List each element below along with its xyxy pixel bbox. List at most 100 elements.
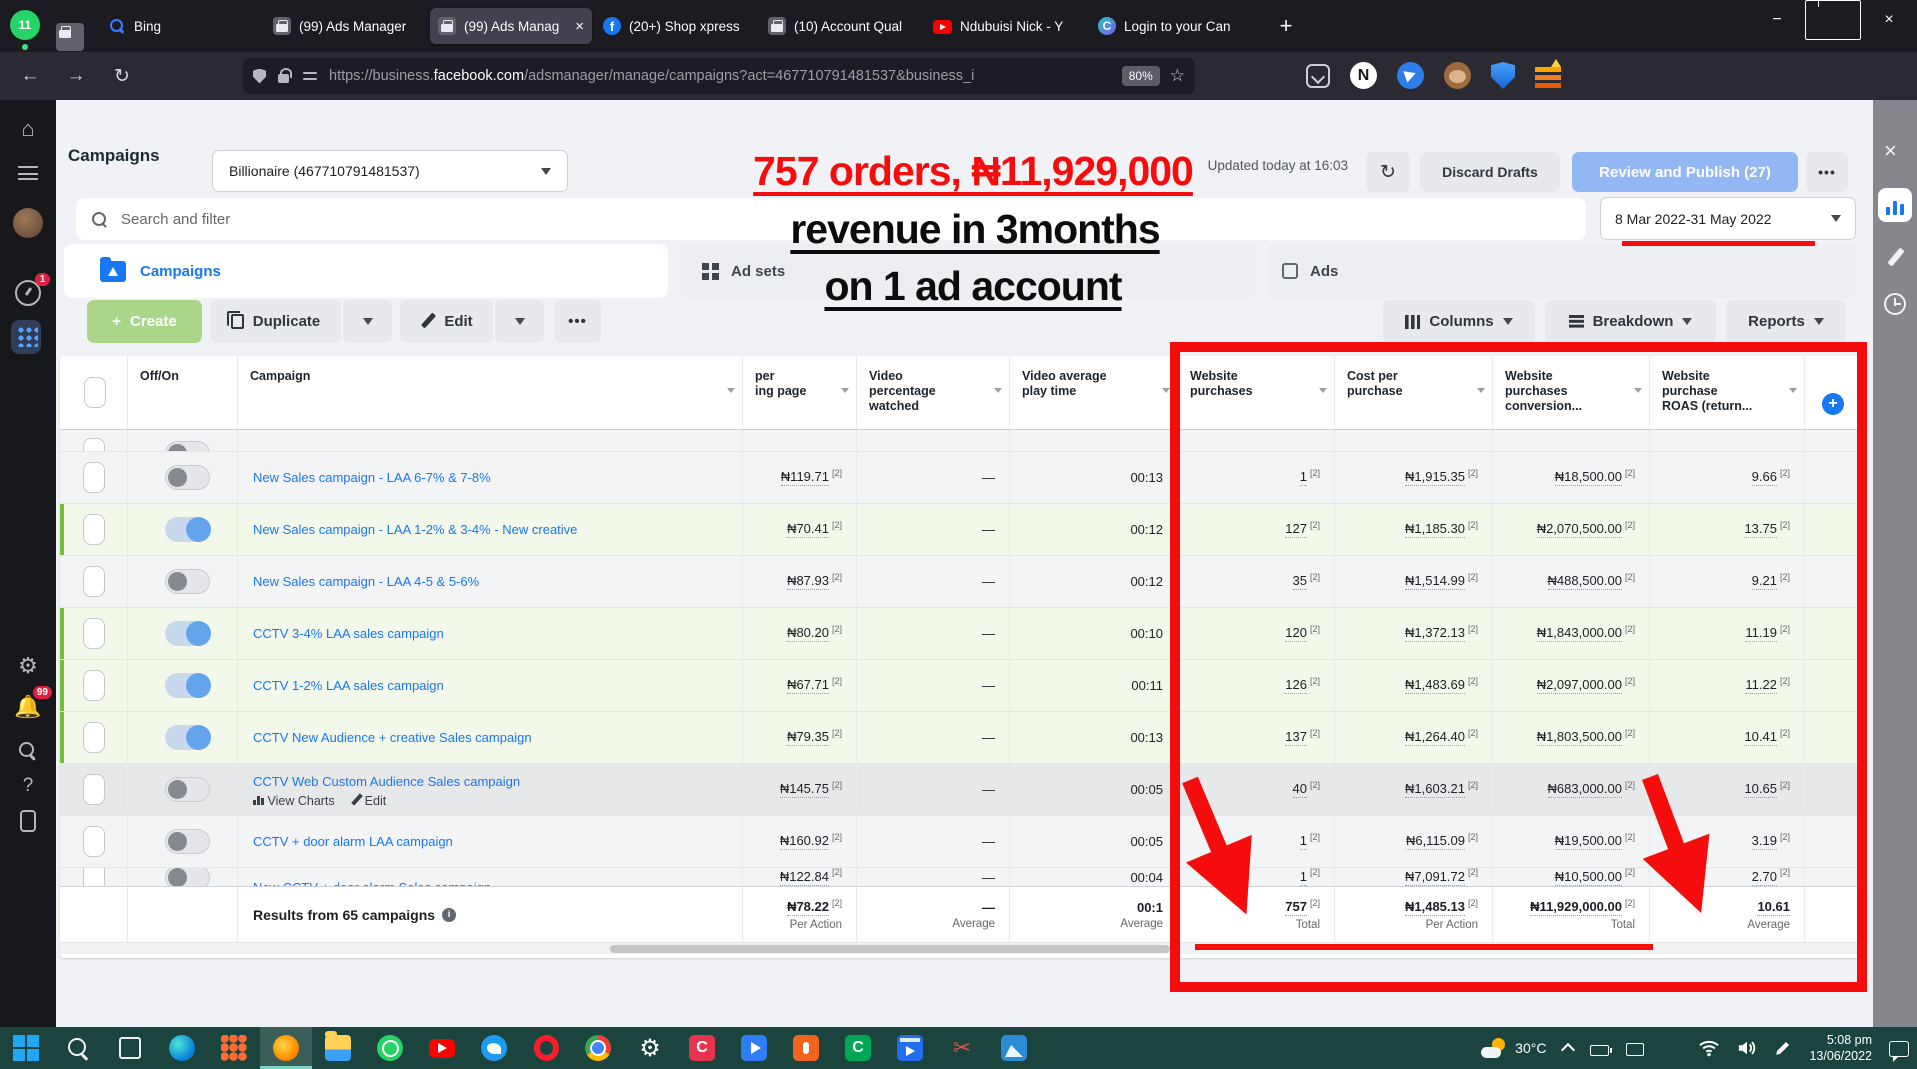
value-time[interactable]: 00:10: [1130, 626, 1163, 641]
notifications-bell-icon[interactable]: 🔔99: [13, 692, 43, 722]
value-conv[interactable]: ₦19,500.00: [1555, 833, 1622, 850]
campaign-toggle[interactable]: [165, 465, 210, 490]
row-checkbox[interactable]: [83, 722, 105, 753]
value-purchases[interactable]: 1: [1300, 469, 1307, 486]
column-header-select[interactable]: [60, 356, 128, 429]
total-cost[interactable]: ₦1,485.13: [1405, 899, 1465, 916]
navigation-extension-icon[interactable]: [1397, 62, 1424, 89]
value-roas[interactable]: 10.65: [1744, 781, 1777, 798]
campaign-link[interactable]: CCTV Web Custom Audience Sales campaign: [238, 764, 520, 789]
value-roas[interactable]: 9.21: [1752, 573, 1777, 590]
taskbar-clock[interactable]: 5:08 pm 13/06/2022: [1809, 1032, 1872, 1064]
row-checkbox[interactable]: [83, 826, 105, 857]
taskbar-firefox-icon[interactable]: [260, 1027, 312, 1069]
permissions-icon[interactable]: [303, 70, 317, 82]
home-icon[interactable]: ⌂: [13, 114, 43, 144]
column-header-roas[interactable]: WebsitepurchaseROAS (return...: [1650, 356, 1805, 429]
ads-manager-nav-icon[interactable]: [13, 322, 43, 352]
taskbar-file-explorer-icon[interactable]: [312, 1027, 364, 1069]
value-time[interactable]: 00:12: [1130, 522, 1163, 537]
value-time[interactable]: 00:05: [1130, 834, 1163, 849]
value-landing[interactable]: ₦80.20: [787, 625, 829, 642]
select-all-checkbox[interactable]: [84, 377, 106, 408]
close-button[interactable]: ×: [1861, 0, 1917, 40]
column-header-time[interactable]: Video averageplay time: [1010, 356, 1178, 429]
taskbar-office-grid-icon[interactable]: [208, 1027, 260, 1069]
campaign-toggle[interactable]: [165, 673, 210, 698]
row-checkbox[interactable]: [83, 566, 105, 597]
value-purchases[interactable]: 120: [1285, 625, 1307, 642]
refresh-button[interactable]: ↻: [1366, 152, 1410, 192]
lock-icon[interactable]: [278, 74, 289, 83]
value-conv[interactable]: ₦683,000.00: [1548, 781, 1622, 798]
value-landing[interactable]: ₦87.93: [787, 573, 829, 590]
value-time[interactable]: 00:04: [1130, 870, 1163, 885]
edit-dropdown[interactable]: [495, 300, 544, 343]
taskbar-snipping-tool-icon[interactable]: ✂: [936, 1027, 988, 1069]
adguard-shield-icon[interactable]: [1491, 62, 1515, 89]
value-roas[interactable]: 3.19: [1752, 833, 1777, 850]
value-purchases[interactable]: 35: [1293, 573, 1307, 590]
help-icon[interactable]: ?: [13, 771, 43, 801]
info-icon[interactable]: i: [442, 908, 456, 922]
value-time[interactable]: 00:11: [1131, 678, 1163, 693]
campaign-link[interactable]: New Sales campaign - LAA 1-2% & 3-4% - N…: [238, 522, 577, 537]
value-purchases[interactable]: 137: [1285, 729, 1307, 746]
taskbar-edge-icon[interactable]: [156, 1027, 208, 1069]
value-roas[interactable]: 9.66: [1752, 469, 1777, 486]
tab-campaigns[interactable]: Campaigns: [64, 244, 668, 298]
taskbar-search-icon[interactable]: [52, 1027, 104, 1069]
campaign-link[interactable]: CCTV New Audience + creative Sales campa…: [238, 730, 532, 745]
total-time[interactable]: 00:1: [1137, 900, 1163, 915]
device-icon[interactable]: [13, 806, 43, 836]
taskbar-photos-icon[interactable]: [988, 1027, 1040, 1069]
scrollbar-thumb[interactable]: [610, 945, 1170, 953]
campaign-toggle[interactable]: [165, 569, 210, 594]
ad-account-selector[interactable]: Billionaire (467710791481537): [212, 150, 568, 192]
browser-tab-7[interactable]: Login to your Can: [1090, 8, 1252, 44]
total-landing[interactable]: ₦78.22: [787, 899, 829, 916]
value-cost[interactable]: ₦1,514.99: [1405, 573, 1465, 590]
row-checkbox[interactable]: [83, 868, 105, 886]
value-conv[interactable]: ₦2,070,500.00: [1537, 521, 1622, 538]
taskbar-movies-tv-icon[interactable]: [884, 1027, 936, 1069]
search-filter-input[interactable]: Search and filter: [76, 198, 1586, 240]
column-header-landing[interactable]: pering page: [743, 356, 857, 429]
value-cost[interactable]: ₦1,185.30: [1405, 521, 1465, 538]
back-button[interactable]: ←: [12, 65, 48, 87]
row-checkbox[interactable]: [83, 514, 105, 545]
browser-tab-3[interactable]: (99) Ads Manag×: [430, 8, 592, 44]
column-header-vpw[interactable]: Videopercentagewatched: [857, 356, 1010, 429]
column-header-add[interactable]: +: [1805, 356, 1860, 429]
sort-caret-icon[interactable]: [841, 388, 849, 393]
url-bar[interactable]: https://business.facebook.com/adsmanager…: [243, 58, 1195, 94]
duplicate-button[interactable]: Duplicate: [210, 300, 341, 343]
sort-caret-icon[interactable]: [994, 388, 1002, 393]
campaign-toggle[interactable]: [165, 441, 210, 452]
value-cost[interactable]: ₦7,091.72: [1405, 869, 1465, 886]
business-suite-pinned-tab[interactable]: [56, 23, 84, 51]
value-purchases[interactable]: 1: [1300, 833, 1307, 850]
value-conv[interactable]: ₦10,500.00: [1555, 869, 1622, 886]
campaign-link[interactable]: CCTV 3-4% LAA sales campaign: [238, 626, 444, 641]
battery-icon[interactable]: [1590, 1045, 1609, 1056]
row-checkbox[interactable]: [83, 618, 105, 649]
menu-icon[interactable]: [13, 158, 43, 188]
edit-button[interactable]: Edit: [400, 300, 493, 343]
campaign-toggle[interactable]: [165, 868, 210, 886]
create-button[interactable]: + Create: [87, 300, 202, 343]
phone-link-icon[interactable]: [1626, 1043, 1644, 1056]
column-header-toggle[interactable]: Off/On: [128, 356, 238, 429]
taskbar-whatsapp-icon[interactable]: [364, 1027, 416, 1069]
campaign-link[interactable]: CCTV 1-2% LAA sales campaign: [238, 678, 444, 693]
taskbar-chrome-icon[interactable]: [572, 1027, 624, 1069]
campaign-toggle[interactable]: [165, 829, 210, 854]
reports-button[interactable]: Reports: [1726, 300, 1846, 343]
sort-caret-icon[interactable]: [1789, 388, 1797, 393]
search-rail-icon[interactable]: [13, 736, 43, 766]
tab-ad-sets[interactable]: Ad sets: [680, 244, 1256, 298]
value-roas[interactable]: 2.70: [1752, 869, 1777, 886]
columns-button[interactable]: Columns: [1383, 300, 1535, 343]
duplicate-dropdown[interactable]: [343, 300, 392, 343]
taskbar-media-player-icon[interactable]: [728, 1027, 780, 1069]
